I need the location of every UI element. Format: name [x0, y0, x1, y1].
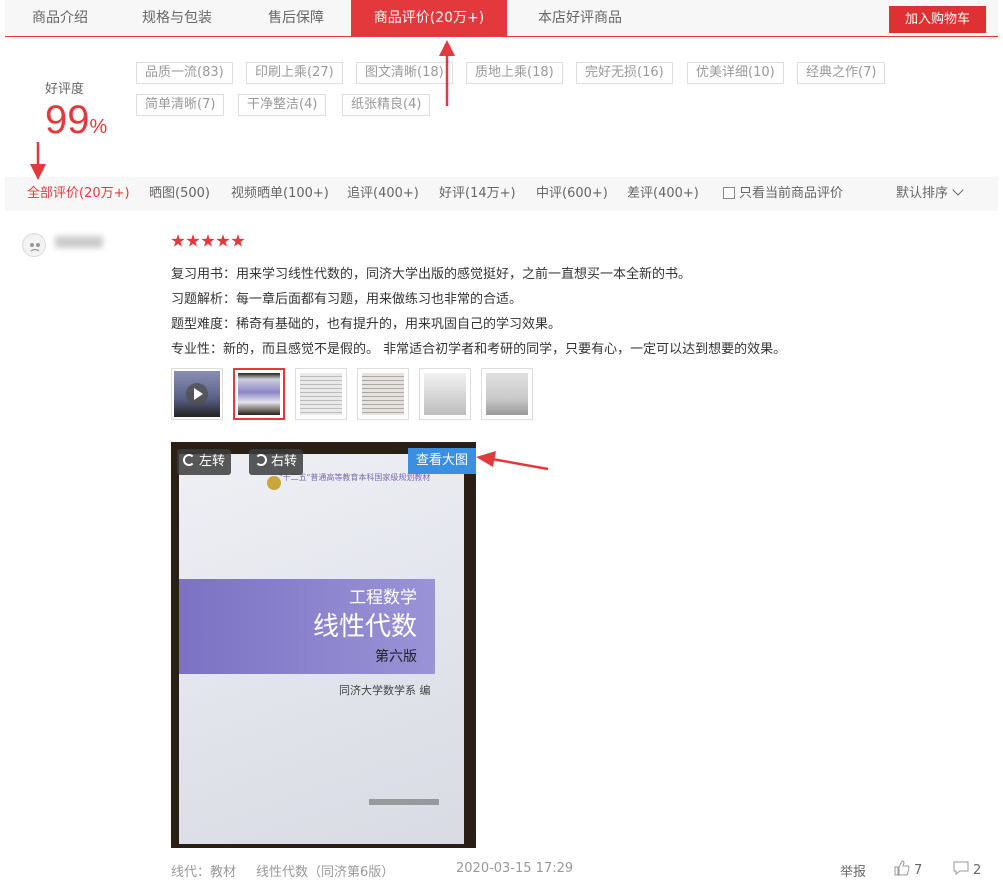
photo-thumbnail[interactable]: [419, 368, 471, 420]
review-text-line: 题型难度：稀奇有基础的，也有提升的，用来巩固自己的学习效果。: [171, 317, 562, 332]
only-current-checkbox[interactable]: [723, 187, 735, 199]
filter-neutral[interactable]: 中评(600+): [536, 177, 608, 211]
filter-photos[interactable]: 晒图(500): [149, 177, 210, 211]
star-rating: [171, 234, 246, 248]
thumbs-up-icon: [894, 860, 910, 876]
rotate-right-label: 右转: [271, 454, 298, 469]
review-tag[interactable]: 印刷上乘(27): [246, 62, 343, 84]
review-text-line: 复习用书：用来学习线性代数的，同济大学出版的感觉挺好，之前一直想买一本全新的书。: [171, 267, 692, 282]
photo-thumbnail[interactable]: [295, 368, 347, 420]
like-count: 7: [914, 863, 923, 878]
filter-followup[interactable]: 追评(400+): [347, 177, 419, 211]
star-icon: [201, 234, 215, 247]
filter-all[interactable]: 全部评价(20万+): [27, 177, 130, 211]
annotation-arrow-up: [439, 40, 455, 106]
rating-number: 99: [45, 98, 90, 142]
review-tag[interactable]: 品质一流(83): [136, 62, 233, 84]
rotate-left-label: 左转: [199, 454, 226, 469]
view-large-button[interactable]: 查看大图: [407, 448, 476, 474]
review-tag[interactable]: 纸张精良(4): [342, 94, 431, 116]
rating-value: 99%: [45, 97, 107, 150]
rating-unit: %: [89, 116, 108, 138]
review-date: 2020-03-15 17:29: [456, 861, 574, 876]
add-to-cart-button[interactable]: 加入购物车: [889, 6, 986, 33]
product-type: 线代：教材: [171, 865, 237, 880]
sort-label: 默认排序: [896, 186, 949, 201]
photo-thumbnail[interactable]: [481, 368, 533, 420]
tab-after-sales[interactable]: 售后保障: [251, 0, 341, 37]
review-text-line: 习题解析：每一章后面都有习题，用来做练习也非常的合适。: [171, 292, 523, 307]
book-title-top: 工程数学: [349, 588, 417, 608]
book-cover: "十二五"普通高等教育本科国家级规划教材 工程数学 线性代数 第六版 同济大学数…: [179, 454, 464, 844]
star-icon: [231, 234, 245, 247]
rating-label: 好评度: [45, 82, 85, 97]
photo-thumbnail[interactable]: [233, 368, 285, 420]
reply-count: 2: [973, 863, 982, 878]
rotate-left-button[interactable]: 左转: [177, 449, 232, 475]
photo-thumbnail[interactable]: [357, 368, 409, 420]
review-large-photo[interactable]: "十二五"普通高等教育本科国家级规划教材 工程数学 线性代数 第六版 同济大学数…: [171, 442, 476, 848]
review-tag[interactable]: 经典之作(7): [797, 62, 886, 84]
like-button[interactable]: 7: [893, 859, 922, 878]
filter-negative[interactable]: 差评(400+): [627, 177, 699, 211]
book-title-main: 线性代数: [312, 612, 417, 642]
filter-videos[interactable]: 视频晒单(100+): [231, 177, 329, 211]
tab-product-intro[interactable]: 商品介绍: [15, 0, 105, 37]
star-icon: [216, 234, 230, 247]
product-variant: 线性代数（同济第6版）: [256, 865, 395, 880]
filter-positive[interactable]: 好评(14万+): [439, 177, 516, 211]
product-tab-bar: 商品介绍 规格与包装 售后保障 商品评价(20万+) 本店好评商品 加入购物车: [5, 0, 998, 37]
avatar[interactable]: [22, 233, 46, 257]
chevron-down-icon: [952, 184, 964, 196]
book-author: 同济大学数学系 编: [339, 684, 431, 697]
annotation-arrow-left: [476, 451, 549, 471]
review-tag[interactable]: 完好无损(16): [576, 62, 673, 84]
star-icon: [171, 234, 185, 247]
rotate-right-icon: [255, 454, 267, 466]
review-tag[interactable]: 简单清晰(7): [136, 94, 225, 116]
tab-store-top-rated[interactable]: 本店好评商品: [525, 0, 635, 37]
review-tag[interactable]: 干净整洁(4): [238, 94, 327, 116]
only-current-label[interactable]: 只看当前商品评价: [739, 177, 843, 211]
sort-dropdown[interactable]: 默认排序: [896, 177, 964, 211]
username-blurred: [55, 236, 103, 248]
publisher-logo: [369, 799, 439, 805]
book-edition: 第六版: [375, 649, 417, 665]
annotation-arrow-down: [30, 142, 46, 180]
video-thumbnail[interactable]: [171, 368, 223, 420]
play-icon: [186, 383, 208, 405]
review-filter-bar: 全部评价(20万+) 晒图(500) 视频晒单(100+) 追评(400+) 好…: [5, 177, 998, 211]
rotate-left-icon: [183, 454, 195, 466]
reply-button[interactable]: 2: [952, 859, 981, 878]
star-icon: [186, 234, 200, 247]
review-tag[interactable]: 质地上乘(18): [466, 62, 563, 84]
review-tag[interactable]: 优美详细(10): [687, 62, 784, 84]
tab-specs-packaging[interactable]: 规格与包装: [127, 0, 227, 37]
report-link[interactable]: 举报: [840, 861, 866, 880]
rotate-right-button[interactable]: 右转: [249, 449, 304, 475]
review-text-line: 专业性：新的，而且感觉不是假的。 非常适合初学者和考研的同学，只要有心，一定可以…: [171, 342, 787, 357]
tab-reviews[interactable]: 商品评价(20万+): [351, 0, 507, 37]
comment-icon: [953, 861, 969, 875]
